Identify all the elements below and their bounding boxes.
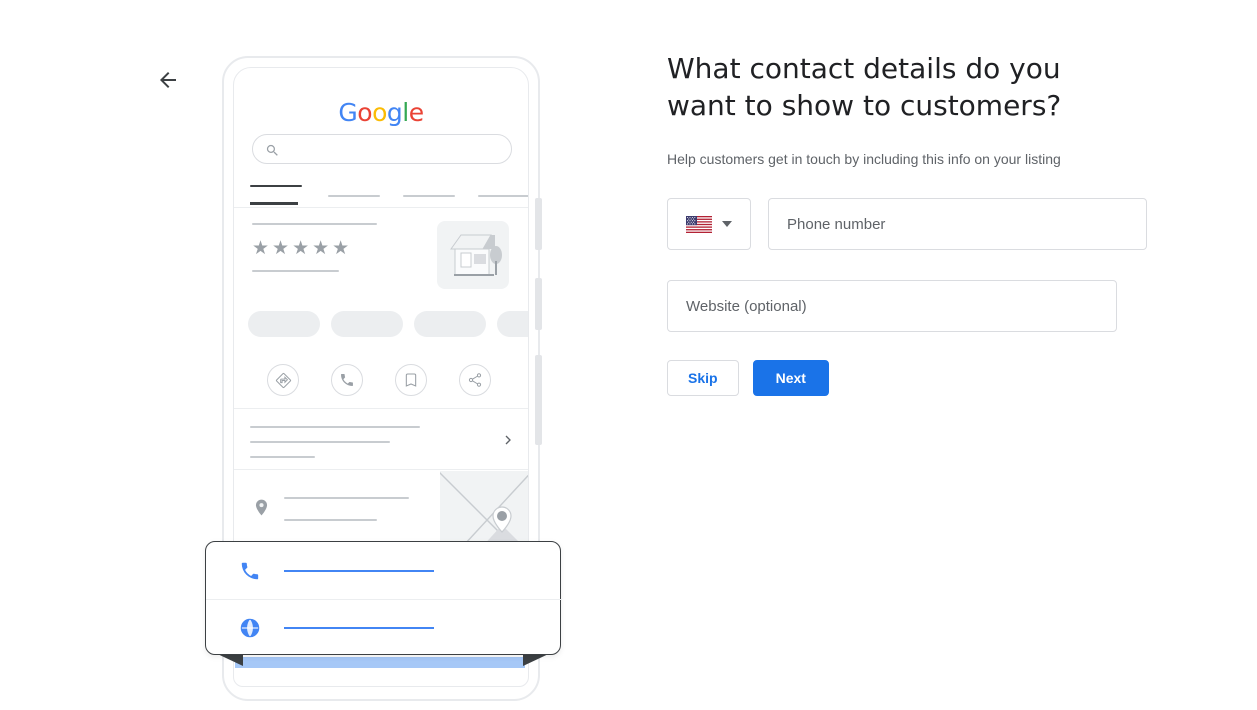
mock-tabs [234,185,528,208]
chip-placeholder [331,311,403,337]
phone-number-input[interactable] [768,198,1147,250]
contact-details-onboarding-page: Google ★★★★★ What contact details do you… [0,0,1257,710]
action-buttons: Skip Next [667,360,1147,396]
storefront-icon [437,221,509,289]
overlay-website-row [206,599,562,656]
directions-icon [267,364,299,396]
chip-placeholder [248,311,320,337]
overlay-value-placeholder [284,627,434,629]
chevron-down-icon [722,221,732,227]
text-placeholder [250,426,420,428]
overlay-phone-row [206,542,562,599]
mock-chip-row [234,311,528,343]
tab-placeholder [403,195,455,197]
page-subtitle: Help customers get in touch by including… [667,151,1061,167]
tab-placeholder-active [250,185,302,187]
map-pin-icon [252,496,271,524]
us-flag-icon [686,215,712,233]
phone-icon [236,557,264,585]
phone-side-button [535,278,542,330]
mock-search-bar [252,134,512,164]
chip-placeholder [497,311,528,337]
page-title: What contact details do you want to show… [667,52,1062,122]
phone-side-button [535,355,542,445]
form-panel: What contact details do you want to show… [667,50,1147,396]
phone-side-button [535,198,542,250]
text-placeholder [250,441,390,443]
phone-field-row [667,198,1147,250]
logo-letter: o [357,98,373,127]
logo-letter: e [408,98,424,127]
tab-placeholder [328,195,380,197]
logo-letter: g [386,98,403,127]
globe-icon [236,614,264,642]
mock-action-row [234,358,528,414]
back-button[interactable] [148,62,188,102]
text-placeholder [252,223,377,225]
divider [234,469,528,470]
divider [234,408,528,409]
mock-list-row [234,415,528,470]
arrow-left-icon [156,68,180,97]
map-thumbnail-pin-icon [440,471,528,549]
search-icon [265,143,280,163]
bookmark-icon [395,364,427,396]
google-logo: Google [234,98,528,127]
website-input[interactable] [667,280,1117,332]
text-placeholder [252,270,339,272]
next-button[interactable]: Next [752,360,829,396]
phone-icon [331,364,363,396]
rating-stars: ★★★★★ [252,238,353,259]
phone-illustration: Google ★★★★★ [205,50,565,710]
tab-active-underline [250,202,298,205]
skip-button[interactable]: Skip [667,360,739,396]
logo-letter: G [338,98,358,127]
country-code-select[interactable] [667,198,751,250]
mock-address-row [234,471,528,549]
logo-letter: o [372,98,387,127]
tab-placeholder [478,195,528,197]
mock-business-header: ★★★★★ [234,213,528,308]
chip-placeholder [414,311,486,337]
text-placeholder [284,497,409,499]
divider [234,207,528,208]
overlay-value-placeholder [284,569,434,572]
text-placeholder [284,519,377,521]
chevron-right-icon [500,432,516,453]
bottom-highlight-bar [235,657,525,668]
share-icon [459,364,491,396]
text-placeholder [250,456,315,458]
contact-overlay-card [205,541,562,656]
